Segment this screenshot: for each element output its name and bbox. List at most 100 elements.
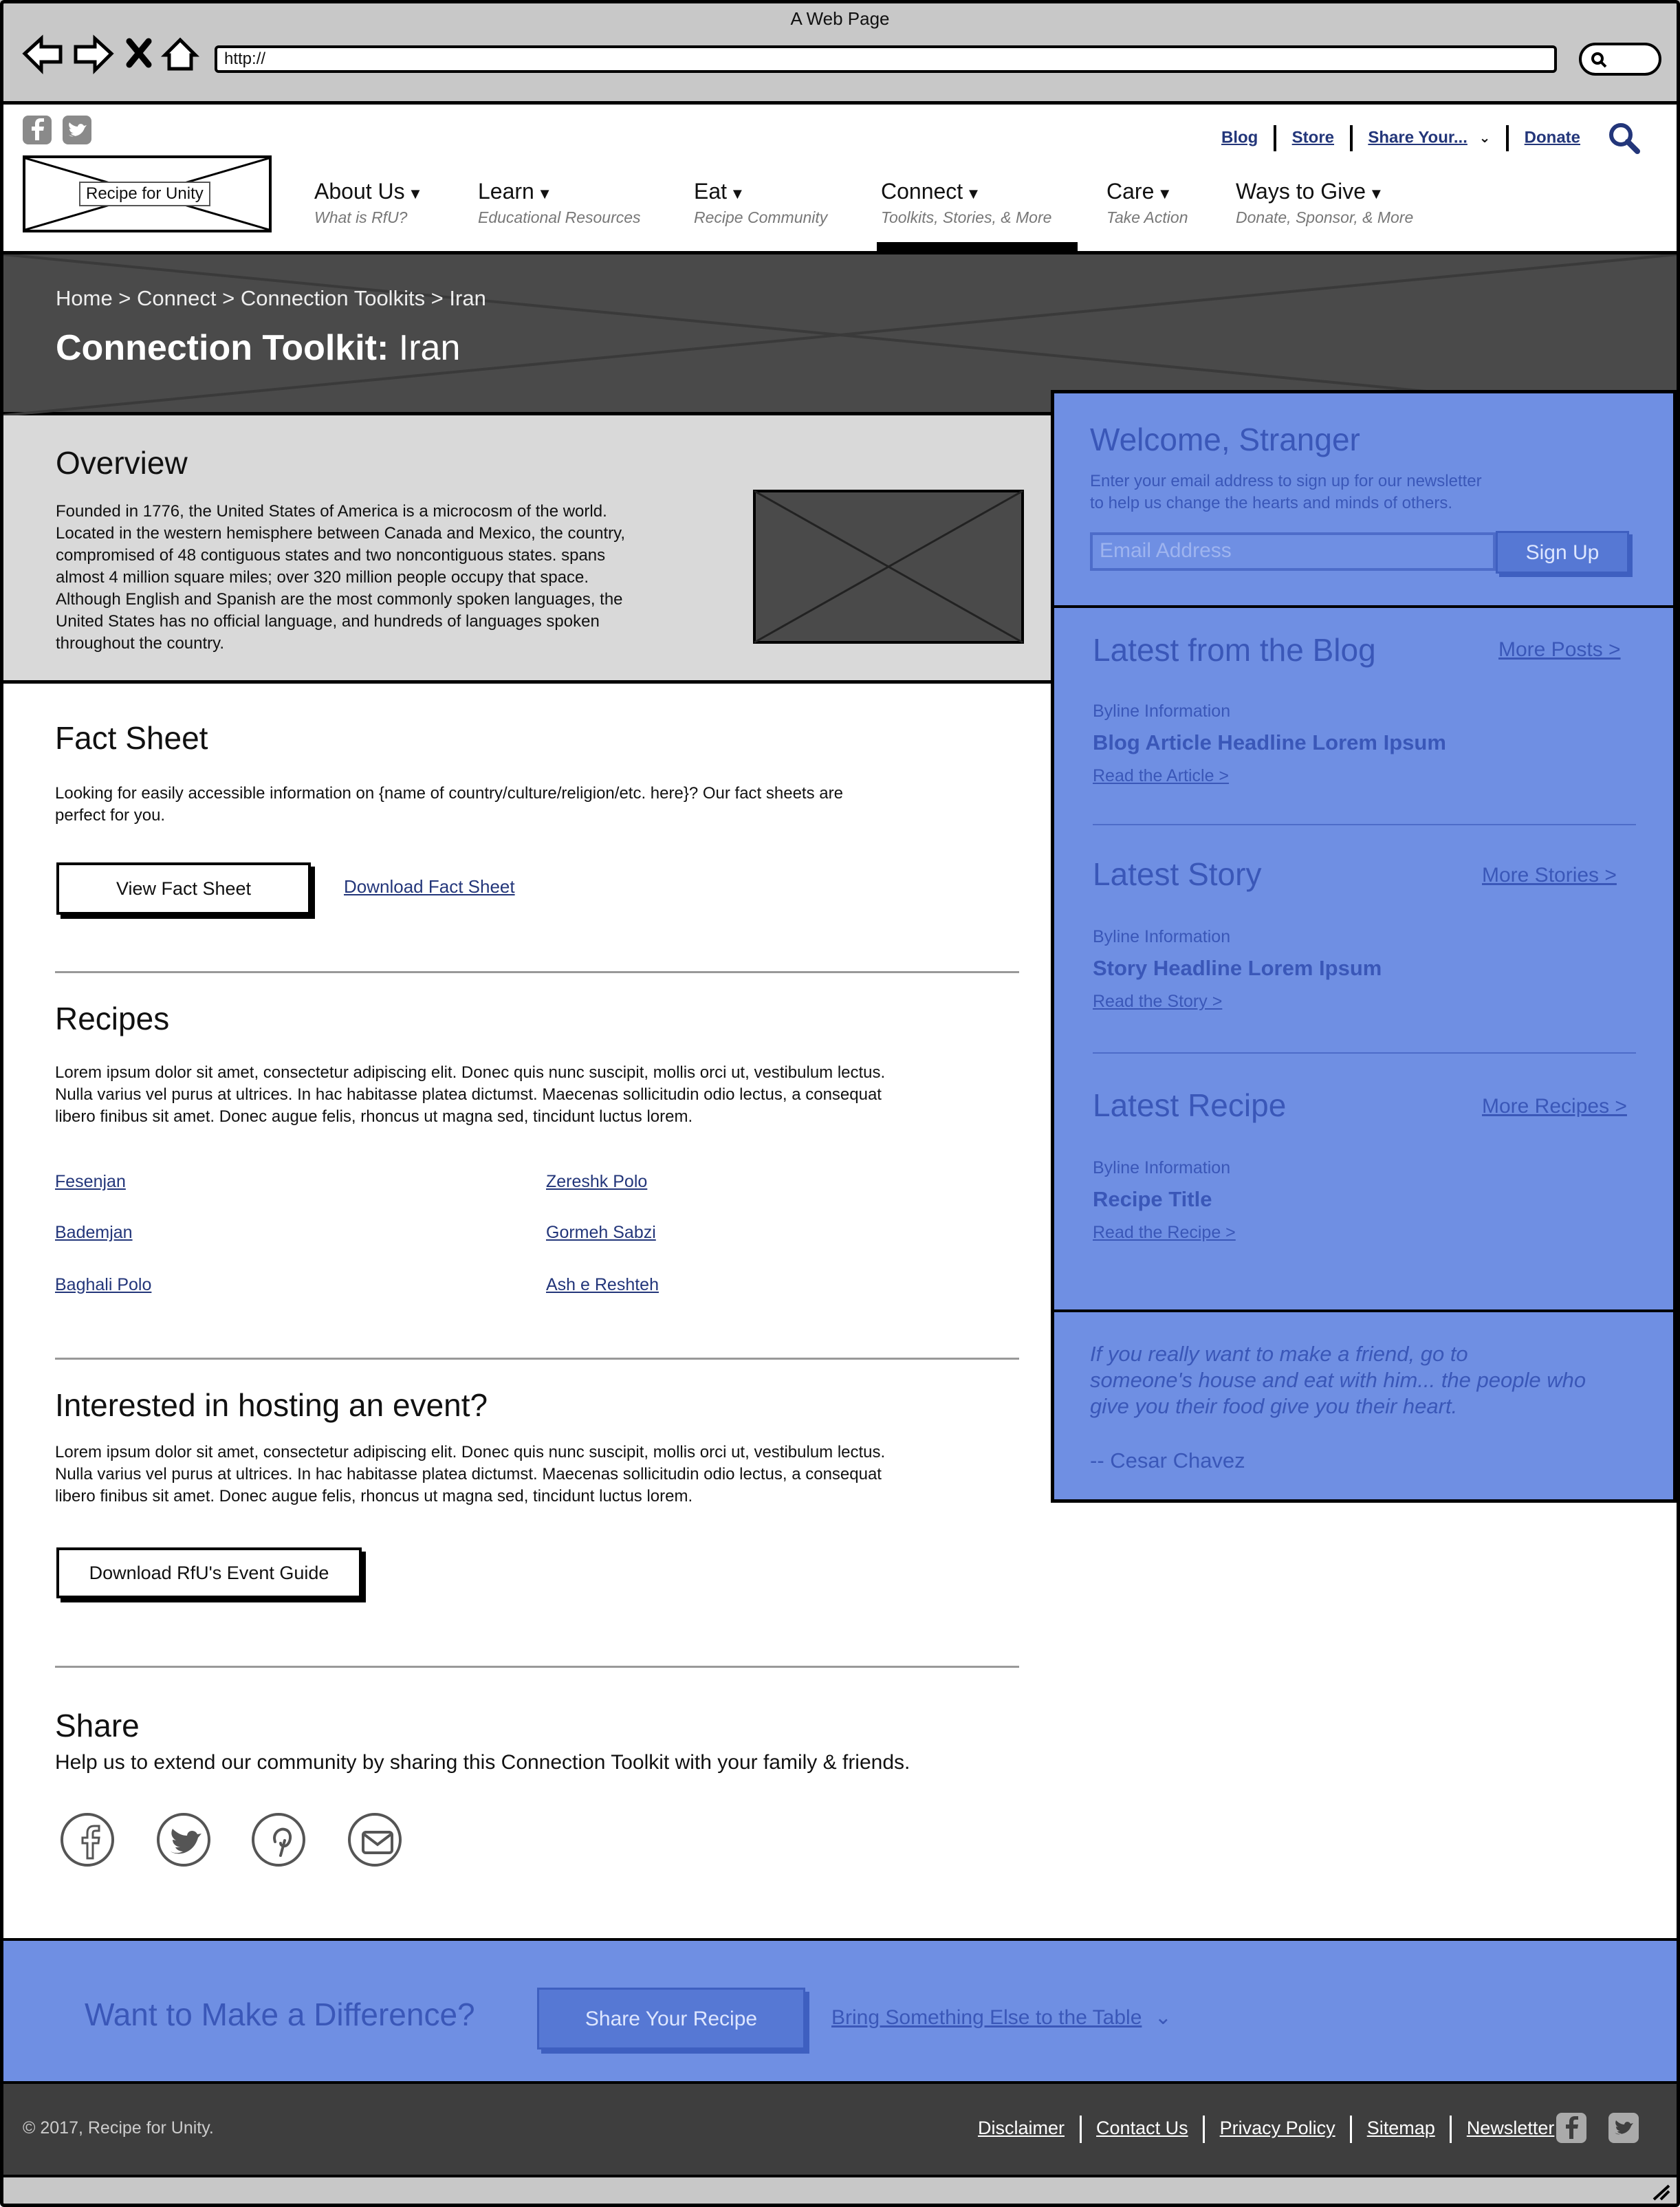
footer-link-contact-us[interactable]: Contact Us bbox=[1096, 2118, 1188, 2138]
recipe-link-fesenjan[interactable]: Fesenjan bbox=[55, 1172, 126, 1192]
recipe-headline[interactable]: Recipe Title bbox=[1093, 1187, 1212, 1212]
bring-something-link[interactable]: Bring Something Else to the Table ⌄ bbox=[831, 2005, 1172, 2030]
recipe-link-baghali-polo[interactable]: Baghali Polo bbox=[55, 1275, 151, 1295]
text-line: give you their food give you their heart… bbox=[1090, 1394, 1458, 1418]
recipe-link-bademjan[interactable]: Bademjan bbox=[55, 1223, 133, 1243]
caret-down-icon: ▼ bbox=[1368, 185, 1384, 202]
footer-link-privacy-policy[interactable]: Privacy Policy bbox=[1220, 2118, 1335, 2138]
caret-down-icon: ▼ bbox=[730, 185, 745, 202]
utility-link-donate[interactable]: Donate bbox=[1525, 128, 1580, 146]
share-text: Help us to extend our community by shari… bbox=[55, 1751, 910, 1774]
utility-link-blog[interactable]: Blog bbox=[1221, 128, 1258, 146]
blog-title: Latest from the Blog bbox=[1093, 632, 1376, 668]
sign-up-button[interactable]: Sign Up bbox=[1496, 531, 1629, 574]
text-line: throughout the country. bbox=[56, 634, 225, 653]
nav-label: Ways to Give bbox=[1236, 179, 1366, 204]
footer-twitter-icon[interactable] bbox=[1608, 2113, 1639, 2143]
more-stories-link[interactable]: More Stories > bbox=[1482, 864, 1617, 887]
sidebar-divider bbox=[1054, 605, 1673, 608]
story-title: Latest Story bbox=[1093, 856, 1262, 892]
address-bar[interactable]: http:// bbox=[215, 45, 1557, 73]
story-headline[interactable]: Story Headline Lorem Ipsum bbox=[1093, 956, 1382, 981]
site-search-icon[interactable] bbox=[1607, 121, 1641, 155]
more-posts-link[interactable]: More Posts > bbox=[1498, 638, 1621, 662]
home-icon[interactable] bbox=[160, 37, 200, 71]
email-input[interactable]: Email Address bbox=[1090, 532, 1496, 571]
breadcrumb[interactable]: Home > Connect > Connection Toolkits > I… bbox=[56, 286, 486, 311]
site-header: Blog Store Share Your... ⌄ Donate Recipe… bbox=[3, 105, 1677, 254]
download-fact-sheet-link[interactable]: Download Fact Sheet bbox=[344, 876, 515, 898]
text-line: compromised of 48 contiguous states and … bbox=[56, 546, 606, 565]
nav-sub: Donate, Sponsor, & More bbox=[1236, 208, 1414, 226]
nav-item-ways-to-give[interactable]: Ways to Give ▼ Donate, Sponsor, & More bbox=[1236, 179, 1413, 227]
text-line: Nulla varius vel purus at ultrices. In h… bbox=[55, 1465, 882, 1483]
recipe-link-ash-e-reshteh[interactable]: Ash e Reshteh bbox=[546, 1275, 659, 1295]
logo-text: Recipe for Unity bbox=[79, 182, 210, 206]
text-line: Although English and Spanish are the mos… bbox=[56, 590, 623, 609]
logo[interactable]: Recipe for Unity bbox=[23, 155, 272, 232]
utility-nav: Blog Store Share Your... ⌄ Donate bbox=[1221, 125, 1580, 151]
divider bbox=[55, 1358, 1019, 1360]
share-twitter-icon[interactable] bbox=[157, 1813, 210, 1867]
nav-sub: Take Action bbox=[1106, 208, 1188, 226]
caret-down-icon: ▼ bbox=[537, 185, 553, 202]
share-your-recipe-button[interactable]: Share Your Recipe bbox=[537, 1988, 805, 2050]
blog-headline[interactable]: Blog Article Headline Lorem Ipsum bbox=[1093, 730, 1446, 755]
facebook-icon[interactable] bbox=[23, 116, 52, 144]
text-line: Nulla varius vel purus at ultrices. In h… bbox=[55, 1085, 882, 1104]
nav-item-eat[interactable]: Eat ▼ Recipe Community bbox=[694, 179, 827, 227]
more-recipes-link[interactable]: More Recipes > bbox=[1482, 1095, 1627, 1118]
stop-icon[interactable] bbox=[126, 38, 152, 68]
utility-link-store[interactable]: Store bbox=[1292, 128, 1334, 146]
share-facebook-icon[interactable] bbox=[61, 1813, 114, 1867]
footer-link-disclaimer[interactable]: Disclaimer bbox=[978, 2118, 1065, 2138]
nav-item-care[interactable]: Care ▼ Take Action bbox=[1106, 179, 1188, 227]
nav-sub: Recipe Community bbox=[694, 208, 828, 226]
caret-down-icon: ▼ bbox=[966, 185, 981, 202]
fact-sheet-text: Looking for easily accessible informatio… bbox=[55, 783, 1018, 827]
browser-toolbar: A Web Page http:// bbox=[0, 0, 1680, 105]
copyright: © 2017, Recipe for Unity. bbox=[23, 2118, 214, 2138]
recipe-link-zereshk-polo[interactable]: Zereshk Polo bbox=[546, 1172, 647, 1192]
site-footer: © 2017, Recipe for Unity. Disclaimer Con… bbox=[3, 2084, 1677, 2175]
resize-grip-icon[interactable] bbox=[1651, 2183, 1672, 2201]
sidebar: Welcome, Stranger Enter your email addre… bbox=[1051, 390, 1677, 1503]
nav-item-learn[interactable]: Learn ▼ Educational Resources bbox=[478, 179, 641, 227]
twitter-icon[interactable] bbox=[63, 116, 91, 144]
overview-image-placeholder bbox=[753, 490, 1024, 644]
download-event-guide-button[interactable]: Download RfU's Event Guide bbox=[56, 1547, 362, 1598]
utility-link-share-your[interactable]: Share Your... bbox=[1368, 128, 1468, 146]
nav-sub: What is RfU? bbox=[314, 208, 408, 226]
read-story-link[interactable]: Read the Story > bbox=[1093, 992, 1222, 1012]
footer-link-newsletter[interactable]: Newsletter bbox=[1467, 2118, 1555, 2138]
recipes-text: Lorem ipsum dolor sit amet, consectetur … bbox=[55, 1062, 1032, 1128]
read-recipe-link[interactable]: Read the Recipe > bbox=[1093, 1223, 1236, 1243]
view-fact-sheet-button[interactable]: View Fact Sheet bbox=[56, 862, 311, 915]
text-line: If you really want to make a friend, go … bbox=[1090, 1342, 1468, 1366]
footer-link-sitemap[interactable]: Sitemap bbox=[1367, 2118, 1435, 2138]
bring-something-label: Bring Something Else to the Table bbox=[831, 2006, 1142, 2029]
divider bbox=[55, 971, 1019, 973]
text-line: Located in the western hemisphere betwee… bbox=[56, 524, 626, 543]
nav-item-about-us[interactable]: About Us ▼ What is RfU? bbox=[314, 179, 423, 227]
overview-heading: Overview bbox=[56, 445, 188, 481]
chevron-down-icon: ⌄ bbox=[1154, 2006, 1172, 2029]
share-email-icon[interactable] bbox=[348, 1813, 402, 1867]
chevron-down-icon[interactable]: ⌄ bbox=[1479, 131, 1491, 146]
nav-buttons bbox=[22, 34, 200, 75]
text-line: almost 4 million square miles; over 320 … bbox=[56, 568, 589, 587]
browser-search-field[interactable] bbox=[1579, 43, 1661, 76]
nav-label: Care bbox=[1106, 179, 1155, 204]
overview-section: Overview Founded in 1776, the United Sta… bbox=[3, 415, 1052, 684]
share-pinterest-icon[interactable] bbox=[252, 1813, 305, 1867]
read-article-link[interactable]: Read the Article > bbox=[1093, 766, 1229, 786]
recipe-link-gormeh-sabzi[interactable]: Gormeh Sabzi bbox=[546, 1223, 656, 1243]
forward-icon[interactable] bbox=[74, 34, 114, 75]
story-byline: Byline Information bbox=[1093, 927, 1231, 946]
text-line: libero finibus sit amet. Donec augue fel… bbox=[55, 1487, 693, 1505]
nav-label: Learn bbox=[478, 179, 534, 204]
nav-sub: Toolkits, Stories, & More bbox=[881, 208, 1052, 226]
back-icon[interactable] bbox=[22, 34, 63, 75]
footer-facebook-icon[interactable] bbox=[1556, 2113, 1586, 2143]
nav-item-connect[interactable]: Connect ▼ Toolkits, Stories, & More bbox=[881, 179, 1051, 227]
